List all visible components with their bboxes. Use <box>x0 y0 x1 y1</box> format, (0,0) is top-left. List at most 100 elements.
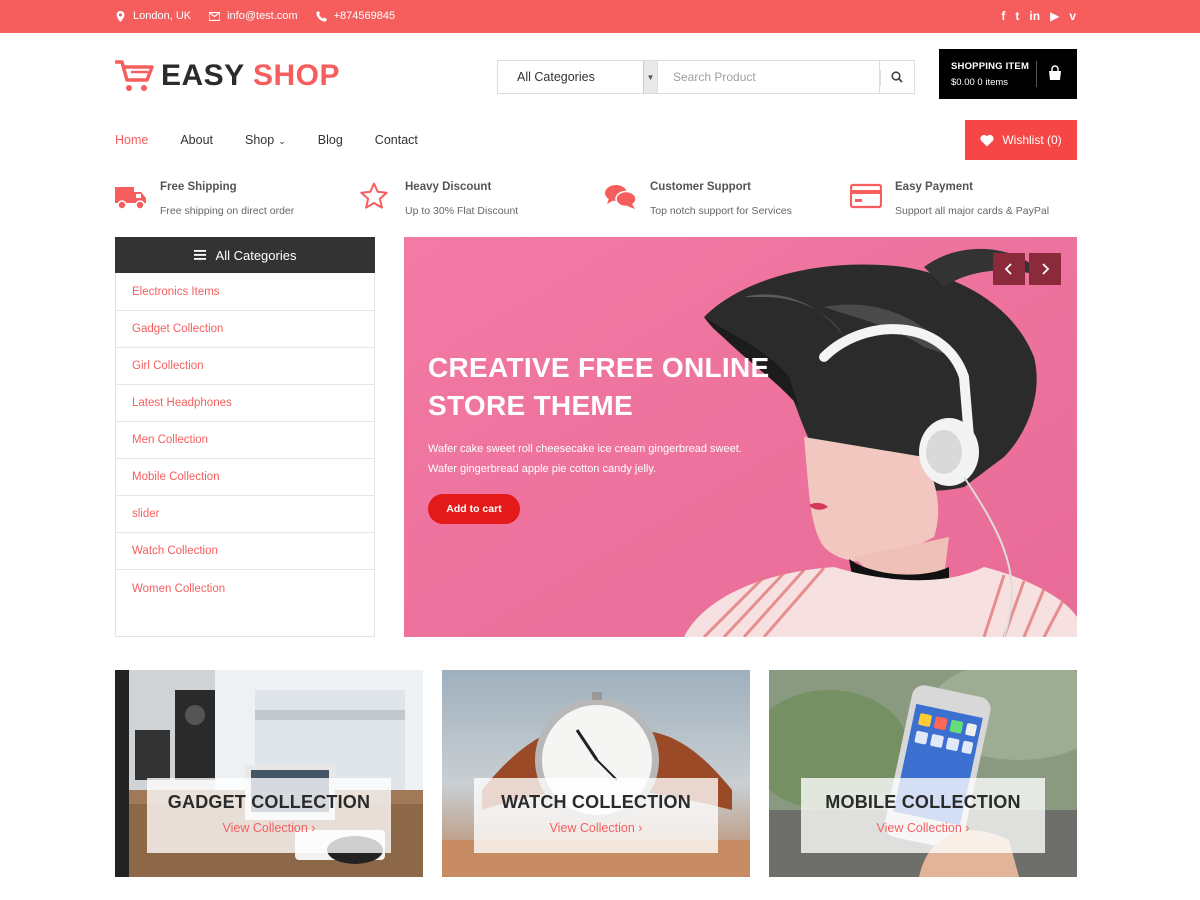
feature-subtitle: Up to 30% Flat Discount <box>405 205 519 217</box>
menu-icon <box>193 250 206 260</box>
cart-title: SHOPPING ITEM <box>951 61 1030 72</box>
cart-divider <box>1036 61 1037 87</box>
hero-title-line1: CREATIVE FREE ONLINE <box>428 352 770 383</box>
map-pin-icon <box>116 10 125 22</box>
brand-name-shop: SHOP <box>253 59 341 92</box>
shopping-cart-icon <box>115 60 154 91</box>
collection-title: MOBILE COLLECTION <box>825 792 1021 812</box>
slider-next-button[interactable] <box>1029 253 1061 285</box>
phone-text: +874569845 <box>333 10 396 22</box>
collection-title: GADGET COLLECTION <box>167 792 371 812</box>
location-info: London, UK <box>115 10 191 22</box>
nav-home[interactable]: Home <box>115 133 148 147</box>
hero-desc-line1: Wafer cake sweet roll cheesecake ice cre… <box>428 443 742 455</box>
slider-prev-button[interactable] <box>993 253 1025 285</box>
vimeo-icon[interactable]: v <box>1069 9 1076 23</box>
hero-title-line2: STORE THEME <box>428 390 634 421</box>
feature-title: Free Shipping <box>160 181 237 193</box>
sidebar-header[interactable]: All Categories <box>115 237 375 273</box>
social-links: f t in ▶ v <box>1001 9 1076 23</box>
feature-title: Heavy Discount <box>405 181 492 193</box>
add-to-cart-button[interactable]: Add to cart <box>428 494 520 524</box>
site-logo[interactable]: EASY SHOP <box>115 58 340 94</box>
sidebar-item-electronics[interactable]: Electronics Items <box>116 274 374 311</box>
chevron-right-icon: › <box>638 821 643 835</box>
top-bar: London, UK info@test.com +874569845 f t … <box>0 0 1200 33</box>
nav-about[interactable]: About <box>180 133 213 147</box>
brand-name: EASY SHOP <box>161 59 340 93</box>
category-select-value: All Categories <box>517 70 595 84</box>
truck-icon <box>115 187 146 210</box>
collection-label-box: MOBILE COLLECTION View Collection › <box>801 778 1045 853</box>
search-input[interactable] <box>658 60 880 94</box>
email-info[interactable]: info@test.com <box>209 10 298 22</box>
shopping-cart-button[interactable]: SHOPPING ITEM $0.00 0 items <box>939 49 1077 99</box>
wishlist-button[interactable]: Wishlist (0) <box>965 120 1077 160</box>
nav-blog[interactable]: Blog <box>318 133 343 147</box>
brand-name-easy: EASY <box>161 59 245 92</box>
view-collection-link[interactable]: View Collection › <box>474 821 718 835</box>
category-list: Electronics Items Gadget Collection Girl… <box>116 274 374 607</box>
hero-title: CREATIVE FREE ONLINE STORE THEME <box>428 349 788 425</box>
chevron-right-icon: › <box>965 821 970 835</box>
chevron-right-icon: › <box>311 821 316 835</box>
sidebar-item-slider[interactable]: slider <box>116 496 374 533</box>
sidebar-item-watch[interactable]: Watch Collection <box>116 533 374 570</box>
feature-title: Customer Support <box>650 181 751 193</box>
nav-shop-label: Shop <box>245 133 275 147</box>
hero-slider: CREATIVE FREE ONLINE STORE THEME Wafer c… <box>404 237 1077 637</box>
chat-icon <box>605 185 637 209</box>
main-nav: Home About Shop ⌄ Blog Contact <box>115 133 450 147</box>
hero-description: Wafer cake sweet roll cheesecake ice cre… <box>428 439 788 479</box>
chevron-left-icon <box>1004 263 1012 275</box>
heart-icon <box>980 134 994 146</box>
feature-subtitle: Free shipping on direct order <box>160 205 295 217</box>
search-icon <box>891 71 903 83</box>
envelope-icon <box>209 11 221 21</box>
sidebar-item-headphones[interactable]: Latest Headphones <box>116 385 374 422</box>
feature-subtitle: Support all major cards & PayPal <box>895 205 1050 217</box>
email-text: info@test.com <box>227 10 298 22</box>
sidebar-header-label: All Categories <box>215 247 297 263</box>
view-collection-link[interactable]: View Collection › <box>801 821 1045 835</box>
location-text: London, UK <box>133 10 192 22</box>
search-button[interactable] <box>880 60 915 94</box>
feature-title: Easy Payment <box>895 181 973 193</box>
sidebar-item-mobile[interactable]: Mobile Collection <box>116 459 374 496</box>
collection-label-box: GADGET COLLECTION View Collection › <box>147 778 391 853</box>
view-collection-label: View Collection <box>222 821 308 835</box>
view-collection-label: View Collection <box>549 821 635 835</box>
facebook-icon[interactable]: f <box>1001 9 1005 23</box>
view-collection-link[interactable]: View Collection › <box>147 821 391 835</box>
sidebar-item-women[interactable]: Women Collection <box>116 570 374 607</box>
feature-subtitle: Top notch support for Services <box>650 205 792 217</box>
nav-shop[interactable]: Shop ⌄ <box>245 133 286 147</box>
contact-info: London, UK info@test.com +874569845 <box>115 10 395 22</box>
collection-title: WATCH COLLECTION <box>501 792 691 812</box>
credit-card-icon <box>850 183 882 209</box>
view-collection-label: View Collection <box>876 821 962 835</box>
gadget-collection-card[interactable]: GADGET COLLECTION View Collection › <box>115 670 423 877</box>
shopping-bag-icon <box>1049 65 1061 80</box>
sidebar-item-girl[interactable]: Girl Collection <box>116 348 374 385</box>
star-icon <box>360 182 388 209</box>
twitter-icon[interactable]: t <box>1015 9 1019 23</box>
wishlist-label: Wishlist (0) <box>1002 133 1062 147</box>
hero-image <box>404 237 1077 637</box>
phone-icon <box>315 10 327 22</box>
sidebar-item-men[interactable]: Men Collection <box>116 422 374 459</box>
youtube-icon[interactable]: ▶ <box>1050 9 1059 23</box>
mobile-collection-card[interactable]: MOBILE COLLECTION View Collection › <box>769 670 1077 877</box>
cart-summary: $0.00 0 items <box>951 77 1009 88</box>
phone-info[interactable]: +874569845 <box>315 10 396 22</box>
collection-label-box: WATCH COLLECTION View Collection › <box>474 778 718 853</box>
nav-contact[interactable]: Contact <box>375 133 418 147</box>
watch-collection-card[interactable]: WATCH COLLECTION View Collection › <box>442 670 750 877</box>
category-sidebar: All Categories Electronics Items Gadget … <box>115 237 375 637</box>
hero-desc-line2: Wafer gingerbread apple pie cotton candy… <box>428 463 657 475</box>
sidebar-item-gadget[interactable]: Gadget Collection <box>116 311 374 348</box>
linkedin-icon[interactable]: in <box>1029 9 1040 23</box>
chevron-down-icon: ⌄ <box>278 136 286 146</box>
chevron-down-icon: ▼ <box>643 61 657 93</box>
category-select[interactable]: All Categories ▼ <box>497 60 658 94</box>
